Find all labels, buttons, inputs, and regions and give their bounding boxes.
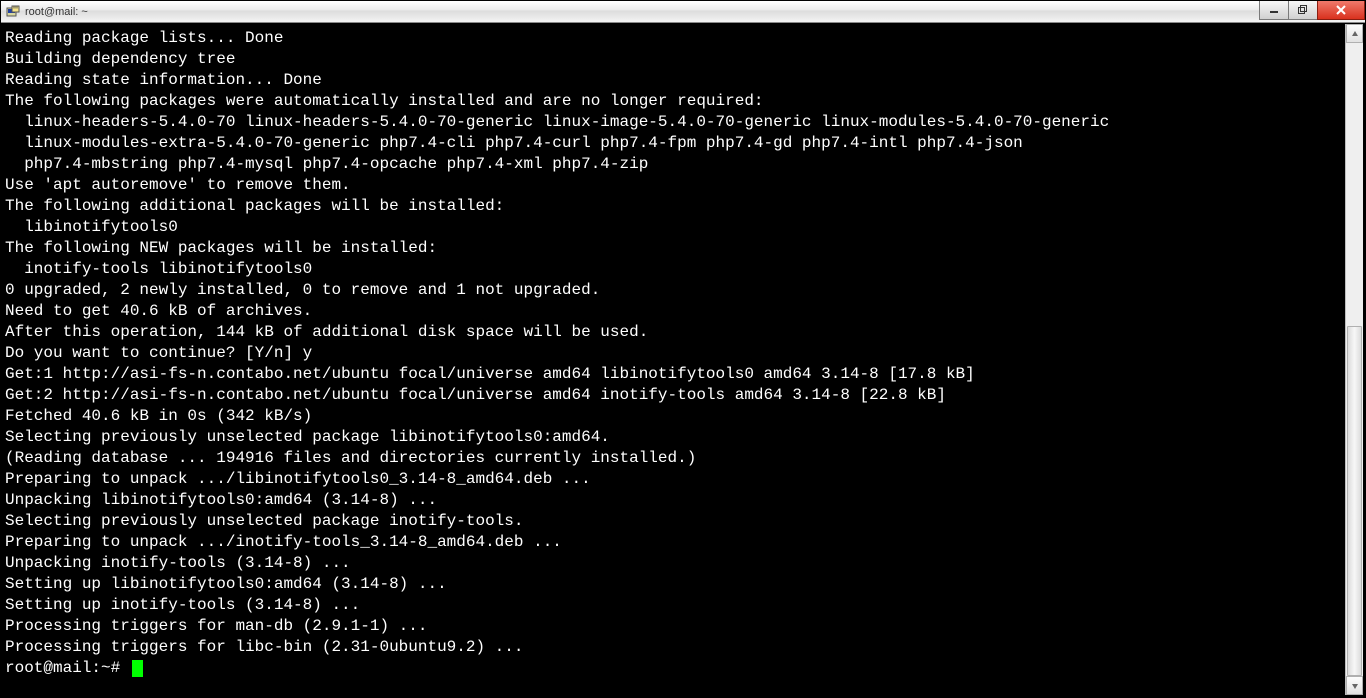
putty-window: root@mail: ~ Reading package lists... Do… — [0, 0, 1366, 698]
terminal-cursor — [132, 660, 143, 677]
terminal-line: inotify-tools libinotifytools0 — [5, 259, 1343, 280]
terminal-line: Setting up libinotifytools0:amd64 (3.14-… — [5, 574, 1343, 595]
close-button[interactable] — [1317, 1, 1365, 20]
terminal-line: Get:1 http://asi-fs-n.contabo.net/ubuntu… — [5, 364, 1343, 385]
terminal-line: Preparing to unpack .../inotify-tools_3.… — [5, 532, 1343, 553]
title-bar[interactable]: root@mail: ~ — [1, 1, 1365, 23]
terminal-line: Unpacking libinotifytools0:amd64 (3.14-8… — [5, 490, 1343, 511]
terminal-line: linux-modules-extra-5.4.0-70-generic php… — [5, 133, 1343, 154]
terminal-line: Use 'apt autoremove' to remove them. — [5, 175, 1343, 196]
window-title: root@mail: ~ — [25, 6, 1259, 18]
terminal-line: Reading state information... Done — [5, 70, 1343, 91]
terminal-line: Selecting previously unselected package … — [5, 427, 1343, 448]
window-button-group — [1259, 1, 1365, 22]
terminal-line: (Reading database ... 194916 files and d… — [5, 448, 1343, 469]
terminal-line: Get:2 http://asi-fs-n.contabo.net/ubuntu… — [5, 385, 1343, 406]
vertical-scrollbar[interactable] — [1345, 24, 1363, 695]
minimize-icon — [1269, 5, 1279, 15]
terminal-line: After this operation, 144 kB of addition… — [5, 322, 1343, 343]
scroll-up-icon — [1351, 30, 1359, 38]
terminal-prompt-line[interactable]: root@mail:~# — [5, 658, 1343, 679]
terminal-line: Preparing to unpack .../libinotifytools0… — [5, 469, 1343, 490]
terminal-line: Do you want to continue? [Y/n] y — [5, 343, 1343, 364]
scroll-down-button[interactable] — [1346, 676, 1363, 695]
terminal-line: Selecting previously unselected package … — [5, 511, 1343, 532]
scrollbar-track[interactable] — [1346, 43, 1363, 676]
terminal[interactable]: Reading package lists... DoneBuilding de… — [3, 24, 1345, 695]
terminal-line: The following packages were automaticall… — [5, 91, 1343, 112]
putty-icon[interactable] — [5, 4, 21, 20]
scroll-down-icon — [1351, 682, 1359, 690]
terminal-line: Unpacking inotify-tools (3.14-8) ... — [5, 553, 1343, 574]
terminal-line: libinotifytools0 — [5, 217, 1343, 238]
terminal-line: Need to get 40.6 kB of archives. — [5, 301, 1343, 322]
scrollbar-thumb[interactable] — [1347, 326, 1362, 676]
minimize-button[interactable] — [1259, 1, 1288, 20]
terminal-line: Setting up inotify-tools (3.14-8) ... — [5, 595, 1343, 616]
scroll-up-button[interactable] — [1346, 24, 1363, 43]
maximize-button[interactable] — [1288, 1, 1317, 20]
terminal-area: Reading package lists... DoneBuilding de… — [3, 24, 1363, 695]
terminal-line: 0 upgraded, 2 newly installed, 0 to remo… — [5, 280, 1343, 301]
terminal-line: Processing triggers for libc-bin (2.31-0… — [5, 637, 1343, 658]
terminal-line: Building dependency tree — [5, 49, 1343, 70]
maximize-icon — [1298, 5, 1308, 15]
terminal-line: linux-headers-5.4.0-70 linux-headers-5.4… — [5, 112, 1343, 133]
terminal-line: The following NEW packages will be insta… — [5, 238, 1343, 259]
terminal-line: Reading package lists... Done — [5, 28, 1343, 49]
terminal-line: Fetched 40.6 kB in 0s (342 kB/s) — [5, 406, 1343, 427]
terminal-line: The following additional packages will b… — [5, 196, 1343, 217]
terminal-line: php7.4-mbstring php7.4-mysql php7.4-opca… — [5, 154, 1343, 175]
terminal-prompt: root@mail:~# — [5, 659, 130, 677]
close-icon — [1335, 4, 1347, 16]
terminal-line: Processing triggers for man-db (2.9.1-1)… — [5, 616, 1343, 637]
